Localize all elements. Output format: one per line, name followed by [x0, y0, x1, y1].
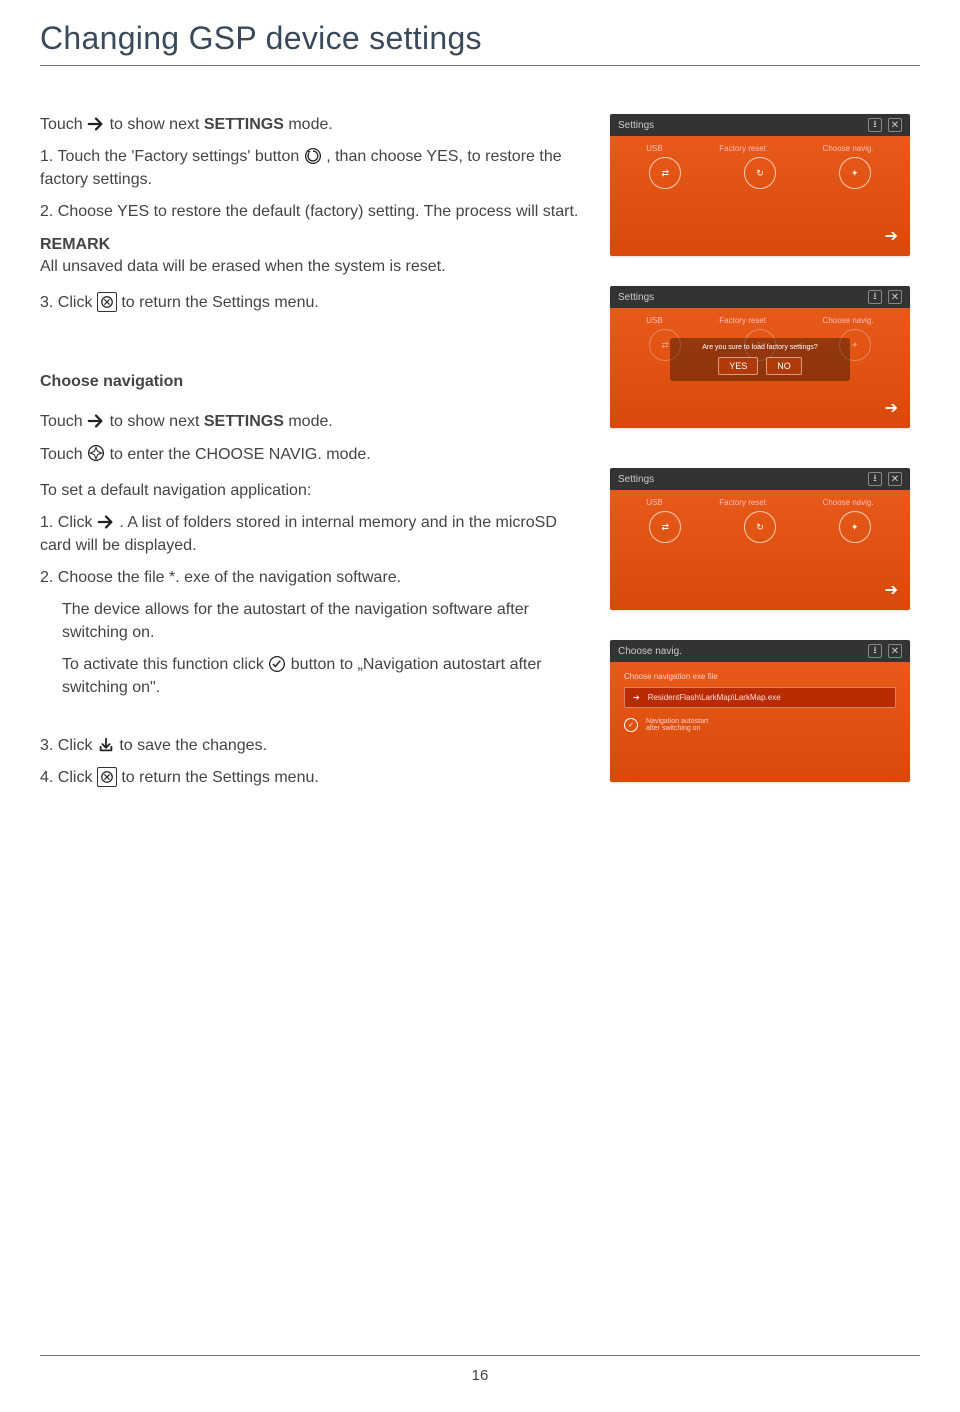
ss-tab: Factory reset	[719, 144, 766, 153]
navigation-icon: ✦	[839, 157, 871, 189]
nav-step-4: 4. Click to return the Settings menu.	[40, 767, 580, 789]
ss-title: Settings	[618, 292, 654, 303]
page-number: 16	[0, 1367, 960, 1384]
step-2: 2. Choose YES to restore the default (fa…	[40, 201, 580, 223]
screenshot-choose-navig: Choose navig. ⭳ ✕ Choose navigation exe f…	[610, 640, 910, 782]
step-1: 1. Touch the 'Factory settings' button ,…	[40, 146, 580, 191]
ss-title: Settings	[618, 120, 654, 131]
close-icon: ✕	[888, 644, 902, 658]
ss-tab: Choose navig.	[823, 144, 874, 153]
touch-next-settings-2: Touch to show next SETTINGS mode.	[40, 411, 580, 433]
nav-step-2c: To activate this function click button t…	[40, 654, 580, 699]
navigation-icon	[87, 444, 105, 462]
close-settings-icon	[97, 292, 117, 312]
close-icon: ✕	[888, 290, 902, 304]
factory-reset-icon: ↻	[744, 157, 776, 189]
arrow-right-icon: ➔	[885, 226, 898, 246]
step-3: 3. Click to return the Settings menu.	[40, 292, 580, 314]
dialog-question: Are you sure to load factory settings?	[680, 344, 840, 351]
ss-title: Choose navig.	[618, 646, 682, 657]
close-icon: ✕	[888, 118, 902, 132]
ss-tab: USB	[646, 144, 662, 153]
touch-choose-navig: Touch to enter the CHOOSE NAVIG. mode.	[40, 444, 580, 466]
footer-divider	[40, 1355, 920, 1356]
check-circle-icon	[268, 655, 286, 673]
choose-navigation-heading: Choose navigation	[40, 371, 580, 393]
screenshot-settings-1: Settings ⭳ ✕ USB Factory reset Choose nav…	[610, 114, 910, 256]
screenshot-column: Settings ⭳ ✕ USB Factory reset Choose nav…	[610, 114, 920, 812]
text-column: Touch to show next SETTINGS mode. 1. Tou…	[40, 114, 580, 812]
navigation-icon: ✦	[839, 511, 871, 543]
remark-body: All unsaved data will be erased when the…	[40, 256, 580, 278]
nav-step-2: 2. Choose the file *. exe of the navigat…	[40, 567, 580, 589]
nav-file-label: Choose navigation exe file	[624, 672, 896, 681]
arrow-right-icon: ➔	[885, 580, 898, 600]
factory-reset-icon: ↻	[744, 511, 776, 543]
remark-heading: REMARK	[40, 234, 580, 256]
save-icon: ⭳	[868, 290, 882, 304]
usb-icon: ⇄	[649, 157, 681, 189]
divider	[40, 65, 920, 66]
nav-step-1: 1. Click . A list of folders stored in i…	[40, 512, 580, 557]
screenshot-confirm-dialog: Settings ⭳✕ USB Factory reset Choose nav…	[610, 286, 910, 428]
factory-reset-icon	[304, 147, 322, 165]
arrow-right-icon	[97, 513, 115, 531]
save-icon	[97, 736, 115, 754]
nav-step-3: 3. Click to save the changes.	[40, 735, 580, 757]
touch-next-settings: Touch to show next SETTINGS mode.	[40, 114, 580, 136]
close-settings-icon	[97, 767, 117, 787]
autostart-option[interactable]: ✓ Navigation autostart after switching o…	[624, 718, 896, 732]
usb-icon: ⇄	[649, 511, 681, 543]
save-icon: ⭳	[868, 118, 882, 132]
set-default-nav: To set a default navigation application:	[40, 480, 580, 502]
confirm-dialog: Are you sure to load factory settings? Y…	[670, 338, 850, 381]
arrow-right-icon	[87, 412, 105, 430]
page-title: Changing GSP device settings	[40, 20, 920, 57]
arrow-right-icon	[87, 115, 105, 133]
nav-step-2b: The device allows for the autostart of t…	[40, 599, 580, 644]
screenshot-settings-2: Settings ⭳✕ USB Factory reset Choose nav…	[610, 468, 910, 610]
nav-file-field[interactable]: ➔ ResidentFlash\LarkMap\LarkMap.exe	[624, 687, 896, 708]
check-circle-icon: ✓	[624, 718, 638, 732]
no-button[interactable]: NO	[766, 357, 802, 375]
save-icon: ⭳	[868, 644, 882, 658]
yes-button[interactable]: YES	[718, 357, 758, 375]
arrow-right-icon: ➔	[885, 398, 898, 418]
